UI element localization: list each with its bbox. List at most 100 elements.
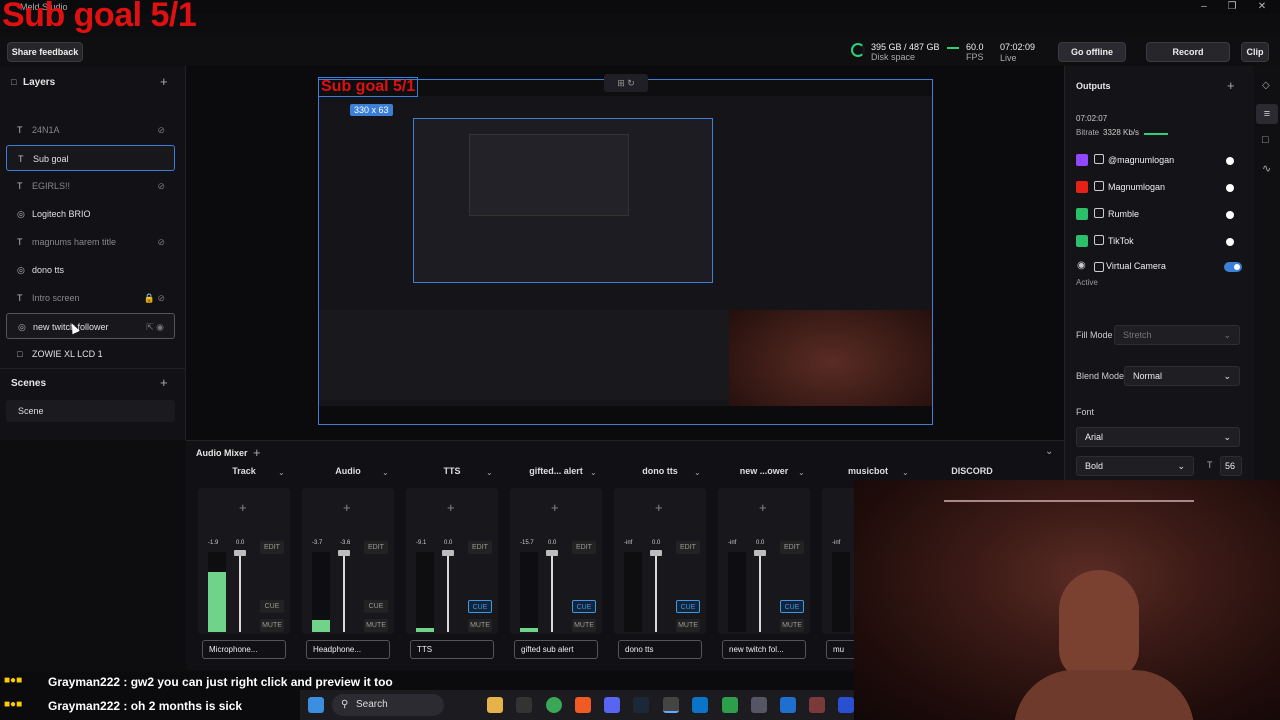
fader-knob[interactable]	[754, 550, 766, 556]
minimize-icon[interactable]: –	[1190, 0, 1218, 14]
edit-button[interactable]: EDIT	[364, 541, 388, 554]
font-select[interactable]: Arial ⌄	[1076, 427, 1240, 447]
mute-button[interactable]: MUTE	[780, 619, 804, 632]
output-toggle[interactable]	[1226, 184, 1234, 192]
add-output-icon[interactable]: +	[1227, 78, 1235, 93]
chevron-down-icon[interactable]: ⌄	[486, 468, 493, 477]
edit-button[interactable]: EDIT	[676, 541, 700, 554]
diamond-icon[interactable]: ◇	[1262, 80, 1270, 91]
audio-source-select[interactable]: Microphone...	[202, 640, 286, 659]
volume-fader[interactable]	[343, 552, 345, 632]
add-scene-icon[interactable]: +	[160, 375, 168, 390]
mixer-track-name[interactable]: dono tts	[614, 466, 706, 476]
restore-icon[interactable]: ❐	[1218, 0, 1246, 14]
audio-icon[interactable]: ∿	[1262, 162, 1271, 175]
collapse-mixer-icon[interactable]: ⌄	[1045, 446, 1053, 457]
mixer-track-name[interactable]: Track	[198, 466, 290, 476]
hidden-eye-icon[interactable]: 🔒 ⊘	[144, 285, 165, 311]
add-effect-icon[interactable]: +	[447, 500, 455, 515]
app-icon[interactable]	[838, 697, 854, 713]
add-effect-icon[interactable]: +	[343, 500, 351, 515]
output-toggle[interactable]	[1226, 157, 1234, 165]
app-icon[interactable]	[751, 697, 767, 713]
layer-item[interactable]: ◎ dono tts	[6, 257, 175, 283]
mixer-track-name[interactable]: TTS	[406, 466, 498, 476]
edit-button[interactable]: EDIT	[468, 541, 492, 554]
mute-button[interactable]: MUTE	[364, 619, 388, 632]
fader-knob[interactable]	[546, 550, 558, 556]
cue-button[interactable]: CUE	[364, 600, 388, 613]
mixer-track-name[interactable]: Audio	[302, 466, 394, 476]
layers-collapse-icon[interactable]: □	[11, 77, 16, 87]
go-offline-button[interactable]: Go offline	[1058, 42, 1126, 62]
mute-button[interactable]: MUTE	[260, 619, 284, 632]
fader-knob[interactable]	[650, 550, 662, 556]
mixer-track-name[interactable]: DISCORD	[926, 466, 1018, 476]
record-button[interactable]: Record	[1146, 42, 1230, 62]
add-effect-icon[interactable]: +	[551, 500, 559, 515]
output-checkbox[interactable]	[1094, 262, 1104, 272]
windows-start-icon[interactable]	[308, 697, 324, 713]
add-effect-icon[interactable]: +	[655, 500, 663, 515]
audio-source-select[interactable]: gifted sub alert	[514, 640, 598, 659]
mixer-track-name[interactable]: musicbot	[822, 466, 914, 476]
fader-knob[interactable]	[234, 550, 246, 556]
layer-item[interactable]: T EGIRLS!! ⊘	[6, 173, 175, 199]
output-checkbox[interactable]	[1094, 235, 1104, 245]
xbox-icon[interactable]	[722, 697, 738, 713]
app-icon[interactable]	[780, 697, 796, 713]
add-effect-icon[interactable]: +	[239, 500, 247, 515]
fader-knob[interactable]	[338, 550, 350, 556]
edit-button[interactable]: EDIT	[780, 541, 804, 554]
epic-games-icon[interactable]	[516, 697, 532, 713]
volume-fader[interactable]	[655, 552, 657, 632]
output-toggle[interactable]	[1226, 238, 1234, 246]
mixer-track-name[interactable]: gifted... alert	[510, 466, 602, 476]
cue-button[interactable]: CUE	[676, 600, 700, 613]
output-checkbox[interactable]	[1094, 181, 1104, 191]
hidden-eye-icon[interactable]: ⊘	[157, 229, 165, 255]
layer-item[interactable]: Tmagnums harem title ⊘	[6, 229, 175, 255]
audio-source-select[interactable]: TTS	[410, 640, 494, 659]
fill-mode-select[interactable]: Stretch ⌄	[1114, 325, 1240, 345]
cue-button[interactable]: CUE	[572, 600, 596, 613]
hidden-eye-icon[interactable]: ⊘	[157, 173, 165, 199]
mixer-track-name[interactable]: new ...ower	[718, 466, 810, 476]
audio-source-select[interactable]: Headphone...	[306, 640, 390, 659]
add-effect-icon[interactable]: +	[759, 500, 767, 515]
output-toggle[interactable]	[1226, 211, 1234, 219]
chevron-down-icon[interactable]: ⌄	[902, 468, 909, 477]
chevron-down-icon[interactable]: ⌄	[798, 468, 805, 477]
layer-item-hover[interactable]: ◎ new twitch follower ⇱ ◉	[6, 313, 175, 339]
properties-icon[interactable]: ≡	[1256, 104, 1278, 124]
layer-item[interactable]: T Intro screen 🔒 ⊘	[6, 285, 175, 311]
steam-icon[interactable]	[633, 697, 649, 713]
volume-fader[interactable]	[239, 552, 241, 632]
virtual-camera-toggle[interactable]	[1224, 262, 1242, 272]
layer-item[interactable]: ◎ Logitech BRIO	[6, 201, 175, 227]
chrome-icon[interactable]	[546, 697, 562, 713]
share-feedback-button[interactable]: Share feedback	[7, 42, 83, 62]
app-icon[interactable]	[809, 697, 825, 713]
scene-item[interactable]: Scene	[6, 400, 175, 422]
discord-icon[interactable]	[604, 697, 620, 713]
output-checkbox[interactable]	[1094, 154, 1104, 164]
chat-icon[interactable]: □	[1262, 134, 1269, 146]
cue-button[interactable]: CUE	[468, 600, 492, 613]
layer-item[interactable]: T 24N1A ⊘	[6, 117, 175, 143]
blend-mode-select[interactable]: Normal ⌄	[1124, 366, 1240, 386]
mute-button[interactable]: MUTE	[468, 619, 492, 632]
hidden-eye-icon[interactable]: ⊘	[157, 117, 165, 143]
layer-item[interactable]: □ ZOWIE XL LCD 1	[6, 341, 175, 367]
add-audio-icon[interactable]: +	[253, 445, 261, 460]
edit-button[interactable]: EDIT	[260, 541, 284, 554]
fader-knob[interactable]	[442, 550, 454, 556]
cue-button[interactable]: CUE	[780, 600, 804, 613]
mute-button[interactable]: MUTE	[572, 619, 596, 632]
output-checkbox[interactable]	[1094, 208, 1104, 218]
audio-source-select[interactable]: new twitch fol...	[722, 640, 806, 659]
clip-button[interactable]: Clip	[1241, 42, 1269, 62]
volume-fader[interactable]	[447, 552, 449, 632]
add-layer-icon[interactable]: +	[160, 74, 168, 89]
eye-icon[interactable]: ⇱ ◉	[146, 314, 164, 340]
